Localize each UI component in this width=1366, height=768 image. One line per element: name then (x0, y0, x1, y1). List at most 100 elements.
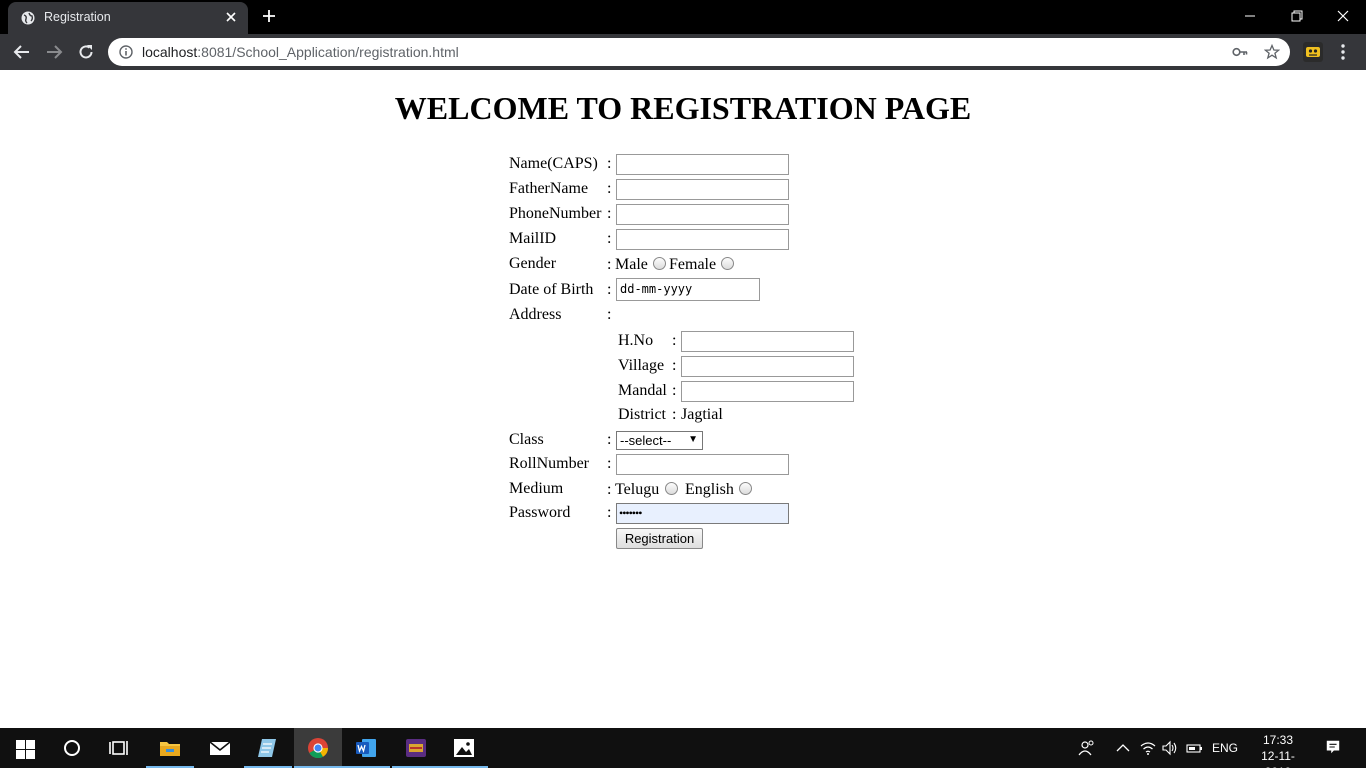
taskbar-mail[interactable] (196, 728, 244, 768)
mandal-label: Mandal (618, 382, 667, 399)
globe-icon (21, 11, 35, 25)
minimize-icon[interactable] (1240, 6, 1260, 26)
search-circle-icon (64, 740, 80, 756)
cortana-button[interactable] (48, 728, 96, 768)
password-input[interactable]: ••••••• (616, 503, 789, 524)
task-view-icon (109, 741, 128, 755)
village-label: Village (618, 357, 665, 374)
hno-input[interactable] (681, 331, 854, 352)
restore-icon[interactable] (1287, 6, 1307, 26)
task-view-button[interactable] (96, 728, 144, 768)
roll-number-label: RollNumber (509, 455, 589, 472)
class-select-value: --select-- (620, 433, 672, 448)
bookmark-star-icon[interactable] (1264, 44, 1280, 60)
clock-date: 12-11-2019 (1261, 749, 1295, 768)
village-input[interactable] (681, 356, 854, 377)
roll-number-input[interactable] (616, 454, 789, 475)
colon: : (607, 455, 612, 472)
colon: : (672, 382, 677, 399)
wifi-icon[interactable] (1139, 740, 1157, 756)
windows-logo-icon (16, 740, 35, 759)
gender-label: Gender (509, 255, 557, 272)
gender-female-label: Female (669, 256, 717, 273)
chevron-up-icon[interactable] (1114, 740, 1132, 756)
registration-page: WELCOME TO REGISTRATION PAGE Name(CAPS) … (0, 70, 1366, 728)
colon: : (607, 481, 612, 498)
forward-icon[interactable] (45, 43, 63, 61)
browser-toolbar: localhost:8081/School_Application/regist… (0, 34, 1366, 70)
colon: : (607, 281, 612, 298)
district-value: Jagtial (681, 406, 723, 423)
phone-number-label: PhoneNumber (509, 205, 602, 222)
close-tab-icon[interactable] (224, 10, 238, 24)
language-indicator[interactable]: ENG (1212, 741, 1238, 755)
address-bar[interactable]: localhost:8081/School_Application/regist… (108, 38, 1290, 66)
medium-english-radio[interactable] (739, 482, 752, 495)
registration-button[interactable]: Registration (616, 528, 703, 549)
extension-icon[interactable] (1303, 42, 1323, 62)
dob-date-input[interactable]: dd-mm-yyyy (616, 278, 760, 301)
mail-id-input[interactable] (616, 229, 789, 250)
clock-time: 17:33 (1262, 733, 1294, 747)
dropdown-arrow-icon: ▼ (688, 434, 698, 445)
taskbar-app[interactable] (244, 728, 292, 768)
page-title: WELCOME TO REGISTRATION PAGE (394, 90, 972, 126)
father-name-input[interactable] (616, 179, 789, 200)
name-input[interactable] (616, 154, 789, 175)
medium-telugu-label: Telugu (615, 481, 660, 498)
password-label: Password (509, 504, 571, 521)
gender-male-label: Male (615, 256, 648, 273)
battery-icon[interactable] (1185, 740, 1203, 756)
dob-label: Date of Birth (509, 281, 594, 298)
colon: : (607, 180, 612, 197)
start-button[interactable] (0, 728, 48, 768)
reload-icon[interactable] (77, 43, 95, 61)
taskbar-photos[interactable] (440, 728, 488, 768)
class-select[interactable]: --select-- ▼ (616, 431, 703, 450)
more-menu-icon[interactable] (1340, 43, 1346, 61)
phone-number-input[interactable] (616, 204, 789, 225)
notes-app-icon (258, 739, 276, 757)
father-name-label: FatherName (509, 180, 589, 197)
game-icon (406, 739, 426, 757)
colon: : (607, 306, 612, 323)
colon: : (607, 431, 612, 448)
info-icon[interactable] (119, 45, 133, 59)
browser-tab[interactable]: Registration (8, 2, 248, 34)
mail-id-label: MailID (509, 230, 557, 247)
word-icon (356, 739, 376, 757)
colon: : (672, 357, 677, 374)
gender-male-radio[interactable] (653, 257, 666, 270)
medium-telugu-radio[interactable] (665, 482, 678, 495)
back-icon[interactable] (13, 43, 31, 61)
chrome-icon (308, 738, 329, 759)
tab-title: Registration (44, 10, 111, 24)
taskbar-word[interactable] (342, 728, 390, 768)
taskbar-chrome[interactable] (294, 728, 342, 768)
people-icon[interactable] (1078, 740, 1096, 756)
windows-taskbar: ENG 17:33 12-11-2019 (0, 728, 1366, 768)
name-label: Name(CAPS) (509, 155, 598, 172)
mandal-input[interactable] (681, 381, 854, 402)
hno-label: H.No (618, 332, 654, 349)
key-icon[interactable] (1232, 45, 1248, 59)
colon: : (607, 256, 612, 273)
clock[interactable]: 17:33 12-11-2019 (1248, 732, 1308, 768)
address-label: Address (509, 306, 562, 323)
folder-icon (160, 742, 180, 756)
close-window-icon[interactable] (1333, 6, 1353, 26)
gender-female-radio[interactable] (721, 257, 734, 270)
colon: : (607, 504, 612, 521)
taskbar-file-explorer[interactable] (146, 728, 194, 768)
notification-icon[interactable] (1324, 739, 1342, 755)
colon: : (672, 406, 677, 423)
district-label: District (618, 406, 666, 423)
taskbar-game[interactable] (392, 728, 440, 768)
speaker-icon[interactable] (1161, 740, 1179, 756)
colon: : (607, 230, 612, 247)
url-text: localhost:8081/School_Application/regist… (142, 44, 459, 60)
photos-icon (454, 739, 474, 757)
colon: : (672, 332, 677, 349)
new-tab-icon[interactable] (262, 9, 276, 23)
browser-titlebar: Registration (0, 0, 1366, 34)
